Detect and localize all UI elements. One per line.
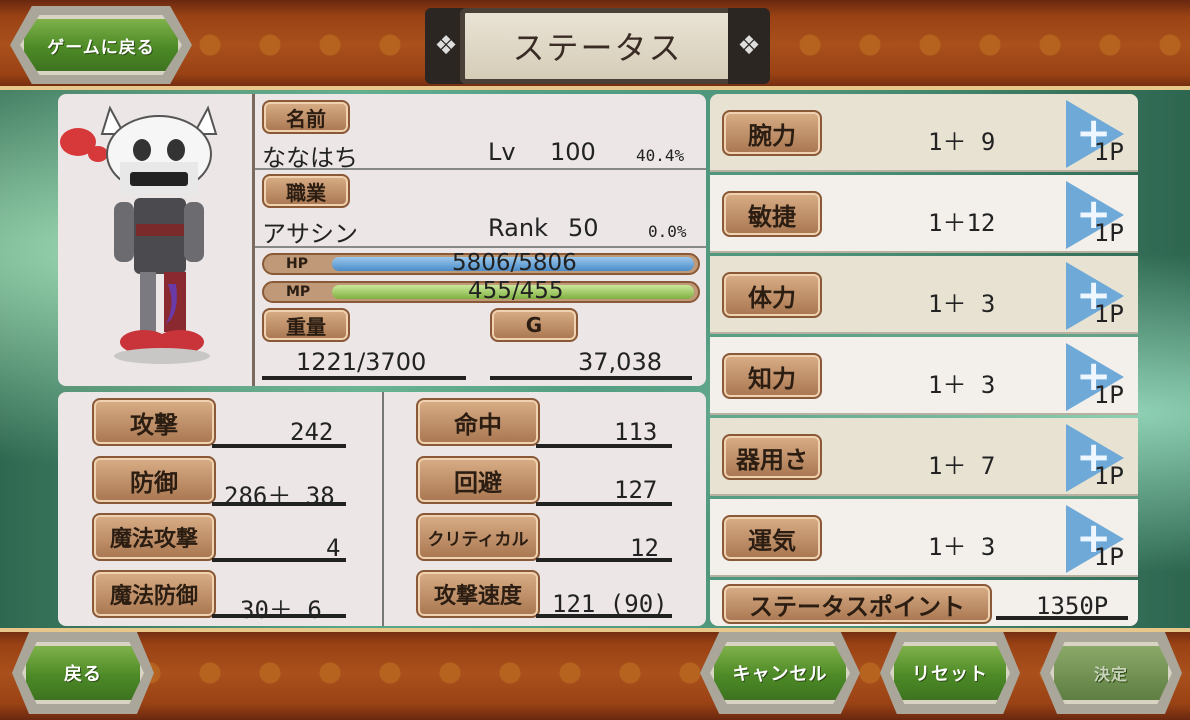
dexterity-label: 器用さ bbox=[722, 434, 822, 480]
attack-label: 攻撃 bbox=[92, 398, 216, 446]
profile-divider bbox=[252, 94, 255, 386]
magic-attack-label: 魔法攻撃 bbox=[92, 513, 216, 561]
row-divider bbox=[255, 168, 706, 170]
level-label: Lv bbox=[488, 138, 516, 166]
luck-cost: 1P bbox=[1094, 543, 1124, 571]
mp-value: 455/455 bbox=[468, 278, 564, 304]
vitality-label: 体力 bbox=[722, 272, 822, 318]
rank-percent: 0.0% bbox=[648, 222, 687, 241]
critical-label: クリティカル bbox=[416, 513, 540, 561]
strength-plus-button[interactable]: +1P bbox=[1066, 100, 1128, 168]
evasion-value: 127 bbox=[614, 476, 658, 504]
evasion-underline bbox=[536, 502, 672, 506]
dexterity-value: 1＋ 7 bbox=[928, 452, 996, 480]
accuracy-label: 命中 bbox=[416, 398, 540, 446]
dexterity-plus-button[interactable]: +1P bbox=[1066, 424, 1128, 492]
combat-divider bbox=[382, 392, 384, 626]
luck-label: 運気 bbox=[722, 515, 822, 561]
agility-value: 1＋12 bbox=[928, 209, 996, 237]
strength-value: 1＋ 9 bbox=[928, 128, 996, 156]
gold-label: G bbox=[490, 308, 578, 342]
attack-speed-label: 攻撃速度 bbox=[416, 570, 540, 618]
name-label: 名前 bbox=[262, 100, 350, 134]
intelligence-cost: 1P bbox=[1094, 381, 1124, 409]
intelligence-value: 1＋ 3 bbox=[928, 371, 996, 399]
magic-attack-underline bbox=[212, 558, 346, 562]
back-button[interactable]: 戻る bbox=[22, 642, 144, 704]
critical-underline bbox=[536, 558, 672, 562]
intelligence-plus-button[interactable]: +1P bbox=[1066, 343, 1128, 411]
title-right-ornament: ❖ bbox=[728, 8, 770, 84]
row-divider bbox=[255, 246, 706, 248]
weight-value: 1221/3700 bbox=[296, 348, 427, 376]
vitality-value: 1＋ 3 bbox=[928, 290, 996, 318]
attack-value: 242 bbox=[290, 418, 334, 446]
level-value: 100 bbox=[550, 138, 596, 166]
back-to-game-button[interactable]: ゲームに戻る bbox=[20, 15, 182, 75]
hp-value: 5806/5806 bbox=[452, 250, 577, 276]
agility-cost: 1P bbox=[1094, 219, 1124, 247]
intelligence-label: 知力 bbox=[722, 353, 822, 399]
weight-underline bbox=[262, 376, 466, 380]
defense-underline bbox=[212, 502, 346, 506]
job-value: アサシン bbox=[262, 220, 358, 248]
gold-value: 37,038 bbox=[578, 348, 662, 376]
hp-label: HP bbox=[286, 256, 308, 272]
agility-label: 敏捷 bbox=[722, 191, 822, 237]
magic-defense-underline bbox=[212, 614, 346, 618]
magic-defense-value: 30＋ 6 bbox=[240, 596, 322, 624]
mp-label: MP bbox=[286, 284, 311, 300]
rank-value: 50 bbox=[568, 214, 599, 242]
status-points-label: ステータスポイント bbox=[722, 584, 992, 624]
job-label: 職業 bbox=[262, 174, 350, 208]
cancel-button[interactable]: キャンセル bbox=[710, 642, 850, 704]
accuracy-underline bbox=[536, 444, 672, 448]
confirm-button[interactable]: 決定 bbox=[1050, 642, 1172, 704]
accuracy-value: 113 bbox=[614, 418, 658, 446]
vitality-plus-button[interactable]: +1P bbox=[1066, 262, 1128, 330]
gold-underline bbox=[490, 376, 692, 380]
defense-label: 防御 bbox=[92, 456, 216, 504]
attack-underline bbox=[212, 444, 346, 448]
strength-label: 腕力 bbox=[722, 110, 822, 156]
status-points-underline bbox=[996, 616, 1128, 620]
character-avatar bbox=[58, 94, 252, 386]
footer-divider bbox=[0, 628, 1190, 632]
rank-label: Rank bbox=[488, 214, 548, 242]
dexterity-cost: 1P bbox=[1094, 462, 1124, 490]
agility-plus-button[interactable]: +1P bbox=[1066, 181, 1128, 249]
level-percent: 40.4% bbox=[636, 146, 685, 165]
page-title: ステータス bbox=[460, 8, 735, 84]
luck-value: 1＋ 3 bbox=[928, 533, 996, 561]
magic-defense-label: 魔法防御 bbox=[92, 570, 216, 618]
weight-label: 重量 bbox=[262, 308, 350, 342]
reset-button[interactable]: リセット bbox=[890, 642, 1010, 704]
strength-cost: 1P bbox=[1094, 138, 1124, 166]
evasion-label: 回避 bbox=[416, 456, 540, 504]
attack-speed-underline bbox=[536, 614, 672, 618]
vitality-cost: 1P bbox=[1094, 300, 1124, 328]
luck-plus-button[interactable]: +1P bbox=[1066, 505, 1128, 573]
